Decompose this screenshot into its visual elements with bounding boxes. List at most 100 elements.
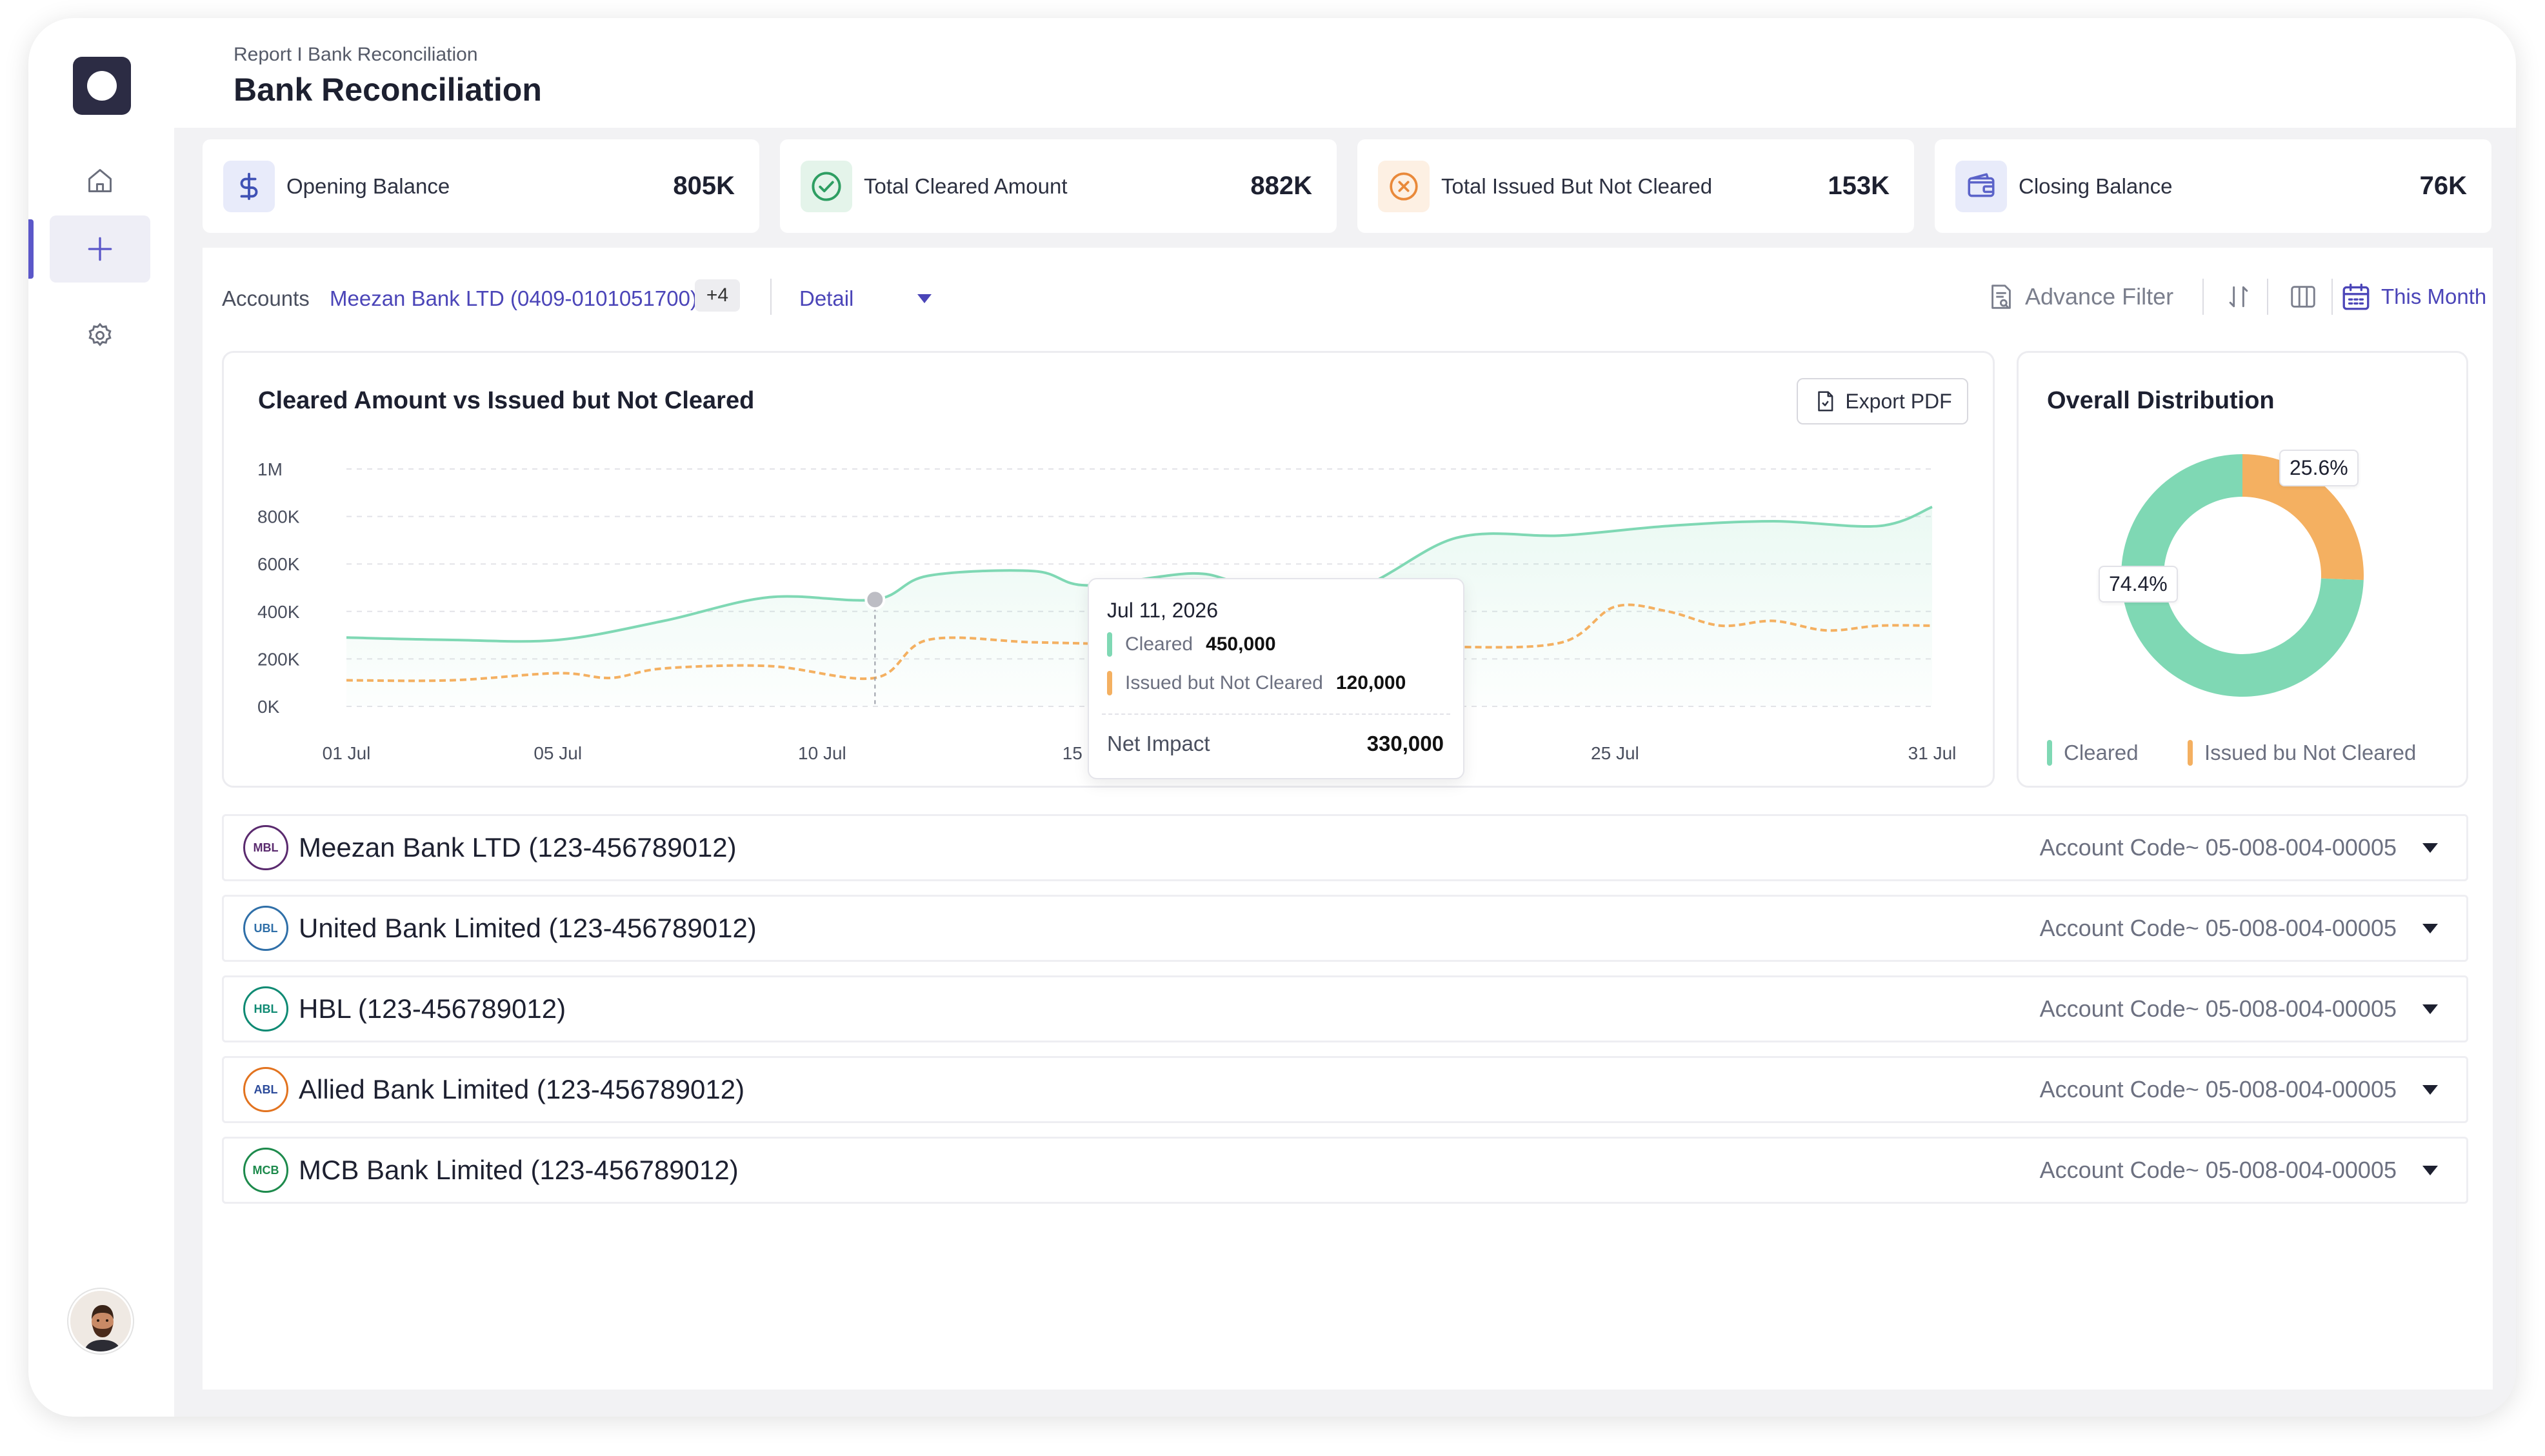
account-code: Account Code~ 05-008-004-00005 — [2039, 1157, 2397, 1183]
tooltip-label: Issued but Not Cleared — [1125, 672, 1323, 693]
x-circle-icon — [1378, 160, 1430, 212]
legend-swatch — [2047, 740, 2052, 766]
kpi-value: 805K — [673, 172, 735, 200]
active-indicator — [28, 219, 34, 279]
bank-row-hbl[interactable]: HBL HBL (123-456789012) Account Code~ 05… — [222, 975, 2468, 1042]
toolbar: Accounts Meezan Bank LTD (0409-010105170… — [203, 248, 2493, 325]
kpi-label: Total Issued But Not Cleared — [1441, 174, 1713, 198]
hover-point — [864, 589, 886, 610]
bank-logo-icon: MBL — [243, 825, 288, 870]
expand-caret-icon[interactable] — [2422, 1084, 2438, 1095]
x-tick-label: 25 Jul — [1591, 743, 1639, 763]
y-tick-label: 600K — [257, 554, 300, 574]
tooltip-net-value: 330,000 — [1366, 732, 1444, 755]
export-pdf-button[interactable]: Export PDF — [1797, 378, 1968, 424]
bank-name: Meezan Bank LTD (123-456789012) — [299, 832, 737, 863]
bank-logo-icon: HBL — [243, 986, 288, 1032]
tooltip-swatch — [1107, 632, 1112, 657]
y-tick-label: 1M — [257, 459, 283, 479]
bank-row-ubl[interactable]: UBL United Bank Limited (123-456789012) … — [222, 895, 2468, 962]
kpi-opening-balance: Opening Balance 805K — [203, 139, 759, 233]
columns-icon — [2291, 286, 2315, 308]
account-code: Account Code~ 05-008-004-00005 — [2039, 834, 2397, 861]
sidebar-item-settings[interactable] — [50, 302, 150, 369]
main-panel: Accounts Meezan Bank LTD (0409-010105170… — [203, 248, 2493, 1390]
check-circle-icon — [801, 160, 852, 212]
distribution-card: Overall Distribution 25.6% 74.4% Cleared… — [2017, 351, 2468, 788]
filter-doc-icon — [1991, 284, 2011, 309]
tooltip-net-label: Net Impact — [1107, 732, 1210, 755]
kpi-issued-not-cleared: Total Issued But Not Cleared 153K — [1357, 139, 1914, 233]
legend-label: Cleared — [2064, 741, 2139, 764]
home-icon — [88, 169, 112, 192]
tooltip-label: Cleared — [1125, 633, 1193, 655]
legend-item-cleared: Cleared — [2047, 740, 2139, 766]
wallet-icon — [1955, 160, 2007, 212]
sidebar-item-home[interactable] — [50, 147, 150, 214]
tooltip-row-cleared: Cleared 450,000 — [1107, 632, 1276, 657]
x-tick-label: 10 Jul — [798, 743, 846, 763]
legend-item-issued: Issued bu Not Cleared — [2188, 740, 2416, 766]
bank-logo-icon: UBL — [243, 906, 288, 951]
donut-chart[interactable] — [2019, 353, 2466, 786]
y-tick-label: 200K — [257, 649, 300, 669]
kpi-value: 76K — [2419, 172, 2467, 200]
bank-row-meezan[interactable]: MBL Meezan Bank LTD (123-456789012) Acco… — [222, 814, 2468, 881]
tooltip-row-issued: Issued but Not Cleared 120,000 — [1107, 671, 1406, 695]
export-pdf-label: Export PDF — [1845, 389, 1952, 413]
columns-button[interactable] — [2285, 279, 2321, 315]
sort-icon — [2229, 286, 2248, 308]
sidebar-item-add[interactable] — [50, 215, 150, 283]
divider — [2331, 279, 2333, 315]
app-window: Report I Bank Reconciliation Bank Reconc… — [28, 18, 2516, 1417]
expand-caret-icon[interactable] — [2422, 923, 2438, 933]
kpi-total-cleared: Total Cleared Amount 882K — [780, 139, 1337, 233]
app-logo[interactable] — [73, 57, 131, 115]
pct-label-issued: 25.6% — [2279, 450, 2359, 486]
y-tick-label: 400K — [257, 602, 300, 622]
breadcrumb: Report I Bank Reconciliation — [234, 44, 478, 65]
page-title: Bank Reconciliation — [234, 72, 542, 108]
kpi-label: Opening Balance — [286, 174, 450, 198]
pct-label-cleared: 74.4% — [2099, 566, 2178, 603]
expand-caret-icon[interactable] — [2422, 1165, 2438, 1175]
advance-filter-button[interactable]: Advance Filter — [1986, 279, 2173, 315]
expand-caret-icon[interactable] — [2422, 843, 2438, 853]
calendar-icon — [2342, 283, 2370, 310]
bank-name: Allied Bank Limited (123-456789012) — [299, 1074, 745, 1104]
bank-row-allied[interactable]: ABL Allied Bank Limited (123-456789012) … — [222, 1056, 2468, 1123]
tooltip-date: Jul 11, 2026 — [1107, 599, 1218, 622]
date-range-label: This Month — [2381, 284, 2487, 308]
date-range-button[interactable]: This Month — [2340, 279, 2486, 315]
x-tick-label: 31 Jul — [1908, 743, 1957, 763]
account-code: Account Code~ 05-008-004-00005 — [2039, 995, 2397, 1022]
sort-button[interactable] — [2221, 279, 2257, 315]
tooltip-value: 450,000 — [1206, 633, 1276, 655]
view-mode-dropdown[interactable]: Detail — [799, 286, 853, 311]
bank-logo-icon: MCB — [243, 1148, 288, 1193]
chart-title: Cleared Amount vs Issued but Not Cleared — [258, 387, 755, 414]
kpi-value: 882K — [1250, 172, 1312, 200]
legend-label: Issued bu Not Cleared — [2204, 741, 2417, 764]
account-code: Account Code~ 05-008-004-00005 — [2039, 915, 2397, 941]
bank-logo-icon: ABL — [243, 1067, 288, 1112]
bank-row-mcb[interactable]: MCB MCB Bank Limited (123-456789012) Acc… — [222, 1137, 2468, 1204]
chevron-down-icon[interactable] — [917, 294, 932, 303]
kpi-closing-balance: Closing Balance 76K — [1935, 139, 2491, 233]
divider — [2267, 279, 2268, 315]
expand-caret-icon[interactable] — [2422, 1004, 2438, 1014]
tooltip-swatch — [1107, 671, 1112, 695]
divider — [770, 279, 772, 315]
account-code: Account Code~ 05-008-004-00005 — [2039, 1076, 2397, 1102]
chart-tooltip: Jul 11, 2026 Cleared 450,000 Issued but … — [1088, 578, 1464, 779]
account-selector[interactable]: Meezan Bank LTD (0409-0101051700) — [330, 286, 697, 311]
tooltip-value: 120,000 — [1335, 672, 1406, 693]
kpi-label: Total Cleared Amount — [864, 174, 1068, 198]
user-avatar[interactable] — [68, 1289, 133, 1353]
bank-name: United Bank Limited (123-456789012) — [299, 913, 757, 943]
bank-name: HBL (123-456789012) — [299, 993, 566, 1024]
tooltip-divider — [1102, 713, 1450, 715]
more-accounts-badge[interactable]: +4 — [695, 279, 740, 312]
legend-swatch — [2188, 740, 2193, 766]
sidebar — [28, 18, 174, 1417]
